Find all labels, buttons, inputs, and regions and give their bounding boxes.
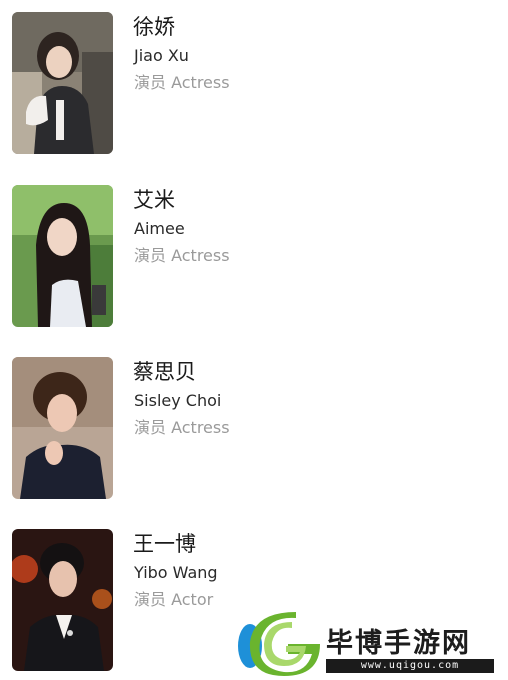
actor-role: 演员 Actress bbox=[134, 246, 230, 265]
actor-role: 演员 Actress bbox=[134, 73, 230, 92]
actor-name-english: Jiao Xu bbox=[134, 46, 189, 65]
site-logo-icon bbox=[238, 612, 320, 676]
cast-item[interactable]: 徐娇 Jiao Xu 演员 Actress bbox=[12, 12, 492, 154]
actor-name-english: Aimee bbox=[134, 219, 185, 238]
actor-name-english: Sisley Choi bbox=[134, 391, 222, 410]
watermark-url: www.uqigou.com bbox=[326, 659, 494, 673]
actor-name-chinese: 徐娇 bbox=[133, 15, 175, 39]
site-watermark: 毕博手游网 www.uqigou.com bbox=[232, 608, 508, 680]
cast-list: 徐娇 Jiao Xu 演员 Actress 艾米 Aimee 演员 Actres… bbox=[0, 0, 508, 680]
actor-photo[interactable] bbox=[12, 12, 113, 154]
actor-photo[interactable] bbox=[12, 357, 113, 499]
actor-name-english: Yibo Wang bbox=[134, 563, 218, 582]
cast-item[interactable]: 蔡思贝 Sisley Choi 演员 Actress bbox=[12, 357, 492, 499]
cast-item[interactable]: 艾米 Aimee 演员 Actress bbox=[12, 185, 492, 327]
actor-role: 演员 Actor bbox=[134, 590, 214, 609]
actor-photo[interactable] bbox=[12, 185, 113, 327]
actor-photo[interactable] bbox=[12, 529, 113, 671]
actor-role: 演员 Actress bbox=[134, 418, 230, 437]
actor-name-chinese: 王一博 bbox=[133, 532, 196, 556]
watermark-brand: 毕博手游网 bbox=[326, 628, 471, 659]
actor-name-chinese: 艾米 bbox=[133, 188, 175, 212]
actor-name-chinese: 蔡思贝 bbox=[133, 360, 196, 384]
